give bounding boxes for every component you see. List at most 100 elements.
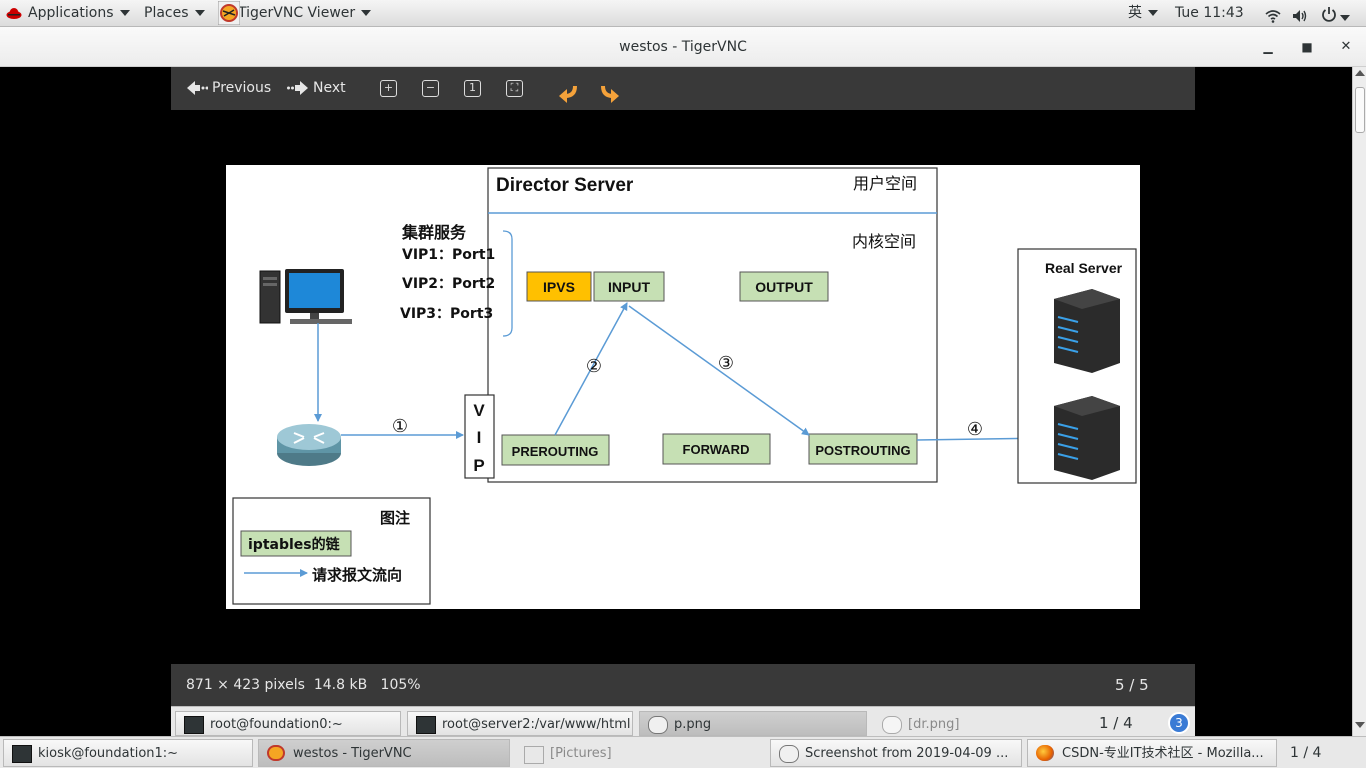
remote-task-image-viewer[interactable]: p.png: [639, 711, 867, 736]
vip2-label: VIP2：Port2: [402, 276, 495, 292]
chevron-down-icon: [1340, 15, 1350, 21]
scroll-up-arrow-icon[interactable]: [1355, 70, 1365, 76]
window-titlebar[interactable]: westos - TigerVNC ▁ ■ ✕: [0, 27, 1366, 67]
firefox-icon: [1036, 745, 1054, 761]
image-info: 871 × 423 pixels 14.8 kB 105%: [186, 677, 421, 693]
rotate-right-icon: [601, 85, 619, 103]
output-label: OUTPUT: [755, 279, 813, 295]
terminal-icon: [184, 716, 204, 734]
image-viewer-icon: [779, 745, 799, 763]
input-method-menu[interactable]: 英: [1128, 0, 1158, 27]
minimize-button[interactable]: ▁: [1256, 35, 1280, 59]
client-computer-icon: [259, 269, 352, 324]
vip3-label: VIP3：Port3: [400, 306, 493, 322]
director-title: Director Server: [496, 175, 634, 196]
rotate-left-button[interactable]: [557, 79, 579, 103]
notification-badge[interactable]: 3: [1168, 712, 1190, 734]
task-tigervnc[interactable]: westos - TigerVNC: [258, 739, 510, 767]
bottom-taskbar: kiosk@foundation1:~ westos - TigerVNC [P…: [0, 736, 1366, 768]
clock[interactable]: Tue 11:43: [1175, 0, 1244, 27]
vip1-label: VIP1：Port1: [402, 247, 495, 263]
workspace-pager[interactable]: 1 / 4: [1290, 739, 1321, 767]
rotate-right-button[interactable]: [599, 79, 621, 103]
close-icon: ✕: [1340, 39, 1352, 54]
active-app-label: TigerVNC Viewer: [238, 5, 356, 21]
server-icon: [1054, 289, 1120, 373]
top-bar: Applications Places TigerVNC Viewer 英 Tu…: [0, 0, 1366, 27]
task-terminal-kiosk[interactable]: kiosk@foundation1:~: [3, 739, 253, 767]
remote-task-label: p.png: [674, 717, 712, 732]
remote-task-label: root@server2:/var/www/html: [442, 717, 631, 732]
legend-chain-label: iptables的链: [248, 536, 341, 553]
task-label: Screenshot from 2019-04-09 ...: [805, 746, 1009, 761]
image-viewer-icon: [648, 716, 668, 734]
next-button[interactable]: Next: [287, 67, 346, 110]
vip-letter-p: P: [473, 456, 484, 475]
remote-task-terminal-foundation0[interactable]: root@foundation0:~: [175, 711, 401, 736]
task-screenshot-viewer[interactable]: Screenshot from 2019-04-09 ...: [770, 739, 1022, 767]
zoom-in-button[interactable]: +: [380, 80, 397, 97]
ipvs-label: IPVS: [543, 279, 575, 295]
postrouting-label: POSTROUTING: [815, 443, 910, 458]
places-menu[interactable]: Places: [144, 0, 205, 27]
redhat-icon: [6, 8, 22, 19]
next-icon: [287, 81, 308, 95]
tigervnc-icon: [267, 745, 285, 761]
previous-button[interactable]: Previous: [186, 67, 271, 110]
chevron-down-icon: [361, 10, 372, 16]
wifi-icon[interactable]: [1265, 6, 1281, 23]
step-3-label: ③: [718, 353, 734, 374]
task-pictures-folder[interactable]: [Pictures]: [515, 739, 765, 767]
step-1-label: ①: [392, 416, 408, 437]
task-label: kiosk@foundation1:~: [38, 746, 179, 761]
remote-task-terminal-server2[interactable]: root@server2:/var/www/html: [407, 711, 633, 736]
image-viewer-icon: [882, 716, 902, 734]
vertical-scrollbar[interactable]: [1352, 67, 1366, 736]
real-server-label: Real Server: [1045, 260, 1123, 276]
applications-label: Applications: [28, 5, 114, 21]
maximize-button[interactable]: ■: [1295, 35, 1319, 59]
task-firefox[interactable]: CSDN-专业IT技术社区 - Mozilla...: [1027, 739, 1277, 767]
scrollbar-thumb[interactable]: [1355, 87, 1365, 133]
remote-task-image-viewer-minimized[interactable]: [dr.png]: [873, 711, 1099, 736]
vip-letter-i: I: [477, 428, 482, 447]
forward-label: FORWARD: [683, 442, 750, 457]
prerouting-label: PREROUTING: [512, 444, 599, 459]
applications-menu[interactable]: Applications: [6, 0, 130, 27]
task-label: CSDN-专业IT技术社区 - Mozilla...: [1062, 746, 1264, 761]
volume-icon[interactable]: [1292, 6, 1310, 22]
viewer-statusbar: 871 × 423 pixels 14.8 kB 105% 5 / 5: [171, 664, 1195, 706]
window-title: westos - TigerVNC: [619, 39, 747, 55]
remote-workspace-pager[interactable]: 1 / 4: [1099, 711, 1133, 736]
remote-task-label: root@foundation0:~: [210, 717, 343, 732]
tigervnc-icon: [218, 1, 240, 25]
maximize-icon: ■: [1301, 40, 1313, 54]
chevron-down-icon: [119, 10, 130, 16]
task-label: [Pictures]: [550, 746, 612, 761]
lvs-diagram: Director Server 用户空间 内核空间 集群服务 VIP1：Port…: [232, 167, 1137, 605]
viewer-toolbar: Previous Next + − 1 ⛶: [171, 67, 1195, 110]
chevron-down-icon: [194, 10, 205, 16]
close-button[interactable]: ✕: [1334, 35, 1358, 59]
image-page-counter: 5 / 5: [1115, 676, 1149, 694]
legend-flow-label: 请求报文流向: [312, 566, 402, 584]
zoom-out-icon: −: [425, 81, 436, 94]
chevron-down-icon: [1148, 10, 1158, 16]
scroll-down-arrow-icon[interactable]: [1355, 722, 1365, 728]
zoom-fit-icon: ⛶: [510, 81, 519, 94]
kernel-space-label: 内核空间: [852, 232, 916, 251]
step-2-label: ②: [586, 356, 602, 377]
zoom-normal-icon: 1: [469, 81, 476, 94]
zoom-normal-button[interactable]: 1: [464, 80, 481, 97]
previous-label: Previous: [212, 80, 272, 96]
zoom-out-button[interactable]: −: [422, 80, 439, 97]
displayed-image: Director Server 用户空间 内核空间 集群服务 VIP1：Port…: [226, 165, 1140, 609]
zoom-fit-button[interactable]: ⛶: [506, 80, 523, 97]
power-icon[interactable]: [1321, 5, 1350, 22]
user-space-label: 用户空间: [853, 174, 917, 193]
terminal-icon: [416, 716, 436, 734]
minimize-icon: ▁: [1263, 40, 1273, 54]
active-app-menu[interactable]: TigerVNC Viewer: [218, 0, 372, 27]
input-method-label: 英: [1128, 5, 1142, 21]
step-4-label: ④: [967, 419, 983, 440]
